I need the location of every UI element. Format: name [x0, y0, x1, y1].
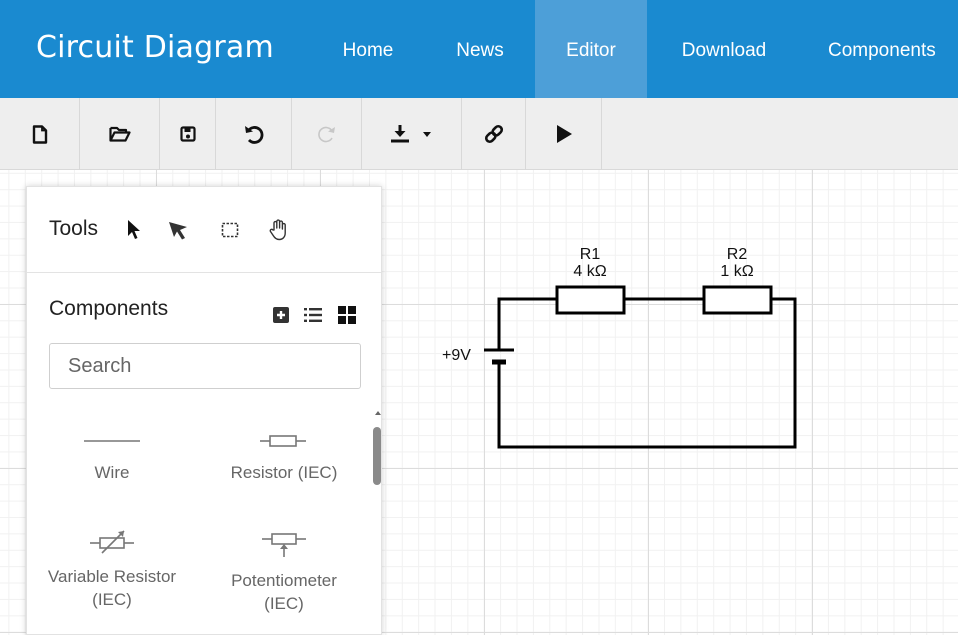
nav-news[interactable]: News	[432, 0, 528, 98]
component-resistor-iec[interactable]: Resistor (IEC)	[199, 431, 369, 484]
editor-toolbar	[0, 98, 958, 170]
component-label: Potentiometer (IEC)	[231, 571, 337, 613]
r1-name: R1	[580, 246, 601, 263]
download-dropdown-button[interactable]	[362, 98, 462, 170]
selection-box-icon[interactable]	[217, 217, 243, 243]
undo-button[interactable]	[216, 98, 292, 170]
nav-download[interactable]: Download	[655, 0, 793, 98]
component-wire[interactable]: Wire	[27, 431, 197, 484]
pointer-icon[interactable]	[121, 217, 147, 243]
share-link-button[interactable]	[462, 98, 526, 170]
circuit-wire	[497, 297, 797, 449]
component-variable-resistor-iec[interactable]: Variable Resistor (IEC)	[27, 527, 197, 611]
wire-icon	[27, 431, 197, 451]
variable-resistor-icon	[27, 527, 197, 555]
r2-value: 1 kΩ	[720, 263, 753, 280]
new-file-button[interactable]	[0, 98, 80, 170]
save-button[interactable]	[160, 98, 216, 170]
select-arrow-icon[interactable]	[165, 217, 191, 243]
nav-home[interactable]: Home	[318, 0, 418, 98]
download-dropdown-icon	[390, 124, 434, 144]
pan-hand-icon[interactable]	[265, 217, 291, 243]
undo-icon	[243, 123, 265, 145]
play-icon	[555, 124, 573, 144]
r2-name: R2	[727, 246, 748, 263]
component-label: Resistor (IEC)	[230, 463, 338, 482]
new-file-icon	[32, 124, 48, 144]
resistor-icon	[199, 431, 369, 451]
scrollbar-thumb[interactable]	[373, 427, 381, 485]
add-icon[interactable]	[271, 305, 291, 325]
tools-row: Tools	[27, 187, 381, 273]
resistor-r2	[702, 285, 773, 315]
nav-editor[interactable]: Editor	[535, 0, 647, 98]
list-view-icon[interactable]	[303, 305, 323, 325]
resistor-r1	[555, 285, 626, 315]
component-label: Wire	[94, 463, 130, 482]
circuit-wire	[497, 297, 557, 349]
tools-label: Tools	[49, 217, 99, 240]
component-label: Variable Resistor (IEC)	[47, 567, 177, 609]
component-search-input[interactable]	[49, 343, 361, 389]
battery-label: +9V	[442, 347, 471, 364]
grid-view-icon[interactable]	[337, 305, 357, 325]
component-potentiometer-iec[interactable]: Potentiometer (IEC)	[199, 527, 369, 615]
save-icon	[179, 126, 196, 142]
nav-components[interactable]: Components	[808, 0, 958, 98]
r1-value: 4 kΩ	[573, 263, 606, 280]
open-folder-icon	[108, 126, 131, 142]
run-simulation-button[interactable]	[526, 98, 602, 170]
potentiometer-icon	[199, 527, 369, 559]
link-icon	[483, 123, 505, 145]
redo-icon	[317, 124, 337, 144]
scroll-up-arrow-icon[interactable]	[375, 411, 381, 415]
redo-button[interactable]	[292, 98, 362, 170]
app-title[interactable]: Circuit Diagram	[36, 30, 274, 65]
component-panel: Tools Components Wire Resistor (IE	[26, 186, 382, 635]
components-label: Components	[49, 297, 169, 320]
top-navbar: Circuit Diagram Home News Editor Downloa…	[0, 0, 958, 98]
open-button[interactable]	[80, 98, 160, 170]
